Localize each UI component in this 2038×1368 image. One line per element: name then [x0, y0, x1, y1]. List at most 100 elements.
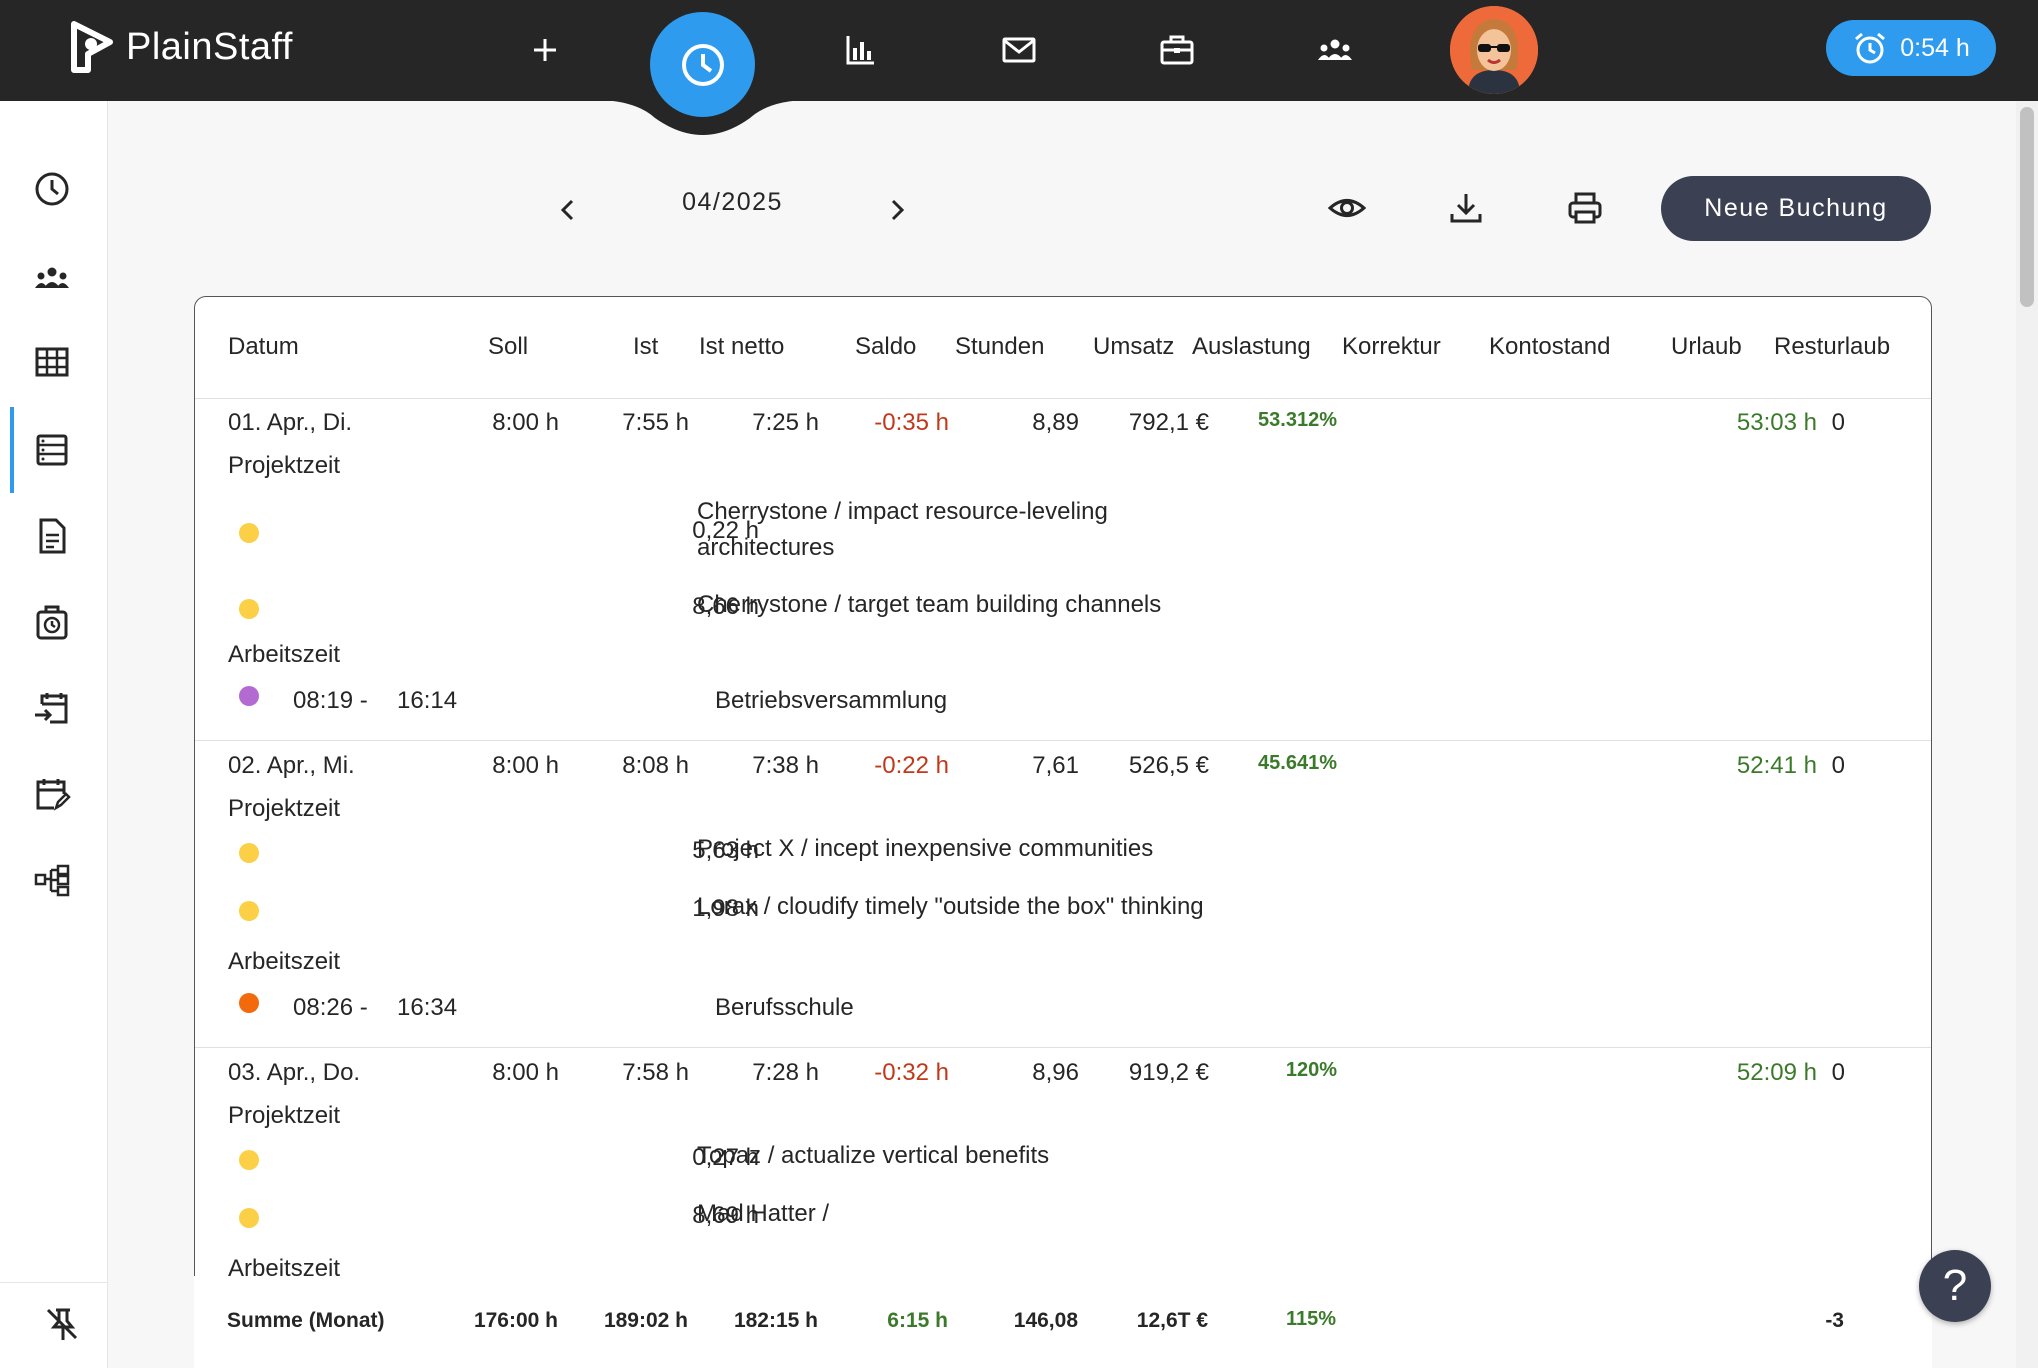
add-icon[interactable]	[521, 26, 569, 74]
plainstaff-logo-icon	[71, 21, 113, 73]
project-description[interactable]: Mad Hatter /	[697, 1196, 1297, 1232]
sidebar-item-calendar-import-icon[interactable]	[0, 673, 104, 743]
unpin-sidebar-icon[interactable]	[10, 1289, 114, 1359]
sidebar-divider	[0, 1282, 108, 1283]
project-description[interactable]: Topaz / actualize vertical benefits	[697, 1138, 1297, 1174]
column-header-urlaub[interactable]: Urlaub	[1671, 333, 1742, 361]
briefcase-icon[interactable]	[1153, 26, 1201, 74]
sidebar-item-hierarchy-icon[interactable]	[0, 845, 104, 915]
sidebar-item-calendar-edit-icon[interactable]	[0, 759, 104, 829]
row-date: 03. Apr., Do.	[228, 1059, 361, 1086]
row-stunden: 8,96	[1032, 1059, 1079, 1086]
column-header-kontostand[interactable]: Kontostand	[1489, 333, 1610, 361]
summary-auslastung: 115%	[1285, 1308, 1336, 1330]
project-description[interactable]: Project X / incept inexpensive communiti…	[697, 831, 1297, 867]
row-ist: 8:08 h	[622, 752, 689, 779]
user-avatar[interactable]	[1450, 6, 1538, 94]
scrollbar-thumb[interactable]	[2020, 107, 2034, 307]
download-icon[interactable]	[1443, 185, 1489, 231]
time-tracking-clock-icon[interactable]	[650, 12, 755, 117]
summary-ist: 189:02 h	[603, 1309, 688, 1332]
new-booking-button[interactable]: Neue Buchung	[1661, 176, 1931, 241]
row-stunden: 8,89	[1032, 409, 1079, 436]
running-timer-button[interactable]: 0:54 h	[1826, 20, 1996, 76]
summary-soll: 176:00 h	[473, 1309, 558, 1332]
arbeitszeit-label: Arbeitszeit	[228, 948, 341, 975]
row-divider	[195, 740, 1931, 741]
row-resturlaub: 24	[1792, 752, 1931, 780]
projektzeit-label: Projektzeit	[228, 795, 341, 822]
column-header-datum[interactable]: Datum	[228, 333, 299, 361]
project-color-dot	[239, 523, 259, 543]
row-saldo: -0:35 h	[874, 409, 949, 436]
sidebar-item-list-icon[interactable]	[0, 407, 104, 493]
projektzeit-label: Projektzeit	[228, 1102, 341, 1129]
column-header-auslastung[interactable]: Auslastung	[1192, 333, 1311, 361]
project-description[interactable]: Cherrystone / impact resource-leveling a…	[697, 494, 1177, 566]
column-header-stunden[interactable]: Stunden	[955, 333, 1044, 361]
row-resturlaub: 24	[1792, 1059, 1931, 1087]
summary-label: Summe (Monat)	[227, 1309, 385, 1332]
top-navigation-bar: PlainStaff 0:54 h	[0, 0, 2038, 101]
previous-month-chevron-icon[interactable]	[548, 190, 588, 230]
mail-icon[interactable]	[995, 26, 1043, 74]
arbeitszeit-label: Arbeitszeit	[228, 641, 341, 668]
summary-urlaub: -3	[1825, 1309, 1844, 1332]
column-header-ist[interactable]: Ist	[633, 333, 658, 361]
column-header-soll[interactable]: Soll	[488, 333, 528, 361]
sidebar-item-clock-bag-icon[interactable]	[0, 587, 104, 657]
team-icon[interactable]	[1311, 26, 1359, 74]
row-umsatz: 526,5 €	[1128, 752, 1209, 779]
row-date: 02. Apr., Mi.	[228, 752, 355, 779]
project-color-dot	[239, 599, 259, 619]
sidebar	[0, 101, 108, 1368]
work-type-dot	[239, 686, 259, 706]
view-eye-icon[interactable]	[1324, 185, 1370, 231]
column-header-ist-netto[interactable]: Ist netto	[699, 333, 784, 361]
app-name: PlainStaff	[126, 25, 293, 68]
row-auslastung: 53.312%	[1258, 409, 1337, 431]
next-month-chevron-icon[interactable]	[877, 190, 917, 230]
work-description[interactable]: Berufsschule	[715, 994, 854, 1022]
column-header-korrektur[interactable]: Korrektur	[1342, 333, 1441, 361]
row-soll: 8:00 h	[492, 1059, 559, 1086]
row-divider	[195, 1047, 1931, 1048]
summary-ist-netto: 182:15 h	[733, 1309, 818, 1332]
current-month: 04/2025	[682, 188, 783, 216]
help-button[interactable]: ?	[1919, 1250, 1991, 1322]
row-ist-netto: 7:25 h	[752, 409, 819, 436]
print-icon[interactable]	[1562, 185, 1608, 231]
work-to: 16:34	[397, 994, 458, 1021]
summary-saldo: 6:15 h	[887, 1309, 948, 1332]
sidebar-item-time-icon[interactable]	[0, 154, 104, 224]
row-ist: 7:55 h	[622, 409, 689, 436]
row-umsatz: 792,1 €	[1128, 409, 1209, 436]
work-from: 08:19 -	[293, 687, 368, 714]
project-color-dot	[239, 843, 259, 863]
column-header-resturlaub[interactable]: Resturlaub	[1774, 333, 1890, 361]
avatar-portrait-icon	[1450, 6, 1538, 94]
project-color-dot	[239, 1150, 259, 1170]
column-header-umsatz[interactable]: Umsatz	[1093, 333, 1174, 361]
sidebar-item-grid-icon[interactable]	[0, 327, 104, 397]
page-scrollbar[interactable]	[2016, 101, 2038, 1368]
summary-stunden: 146,08	[1013, 1309, 1078, 1332]
project-color-dot	[239, 1208, 259, 1228]
row-saldo: -0:32 h	[874, 1059, 949, 1086]
row-umsatz: 919,2 €	[1128, 1059, 1209, 1086]
statistics-icon[interactable]	[836, 26, 884, 74]
column-header-saldo[interactable]: Saldo	[855, 333, 916, 361]
monthly-summary-row: Summe (Monat) 176:00 h 189:02 h 182:15 h…	[194, 1276, 1932, 1368]
row-auslastung: 120%	[1285, 1059, 1337, 1081]
row-ist-netto: 7:38 h	[752, 752, 819, 779]
project-description[interactable]: Cherrystone / target team building chann…	[697, 587, 1297, 623]
sidebar-item-team-icon[interactable]	[0, 243, 104, 313]
sidebar-item-document-icon[interactable]	[0, 501, 104, 571]
row-date: 01. Apr., Di.	[228, 409, 353, 436]
alarm-clock-icon	[1855, 32, 1886, 64]
work-description[interactable]: Betriebsversammlung	[715, 687, 947, 715]
app-logo[interactable]: PlainStaff	[70, 20, 293, 74]
project-description[interactable]: Lorax / cloudify timely "outside the box…	[697, 889, 1347, 925]
header-divider	[195, 398, 1931, 399]
timesheet-table: Datum Soll Ist Ist netto Saldo Stunden U…	[194, 296, 1932, 1368]
